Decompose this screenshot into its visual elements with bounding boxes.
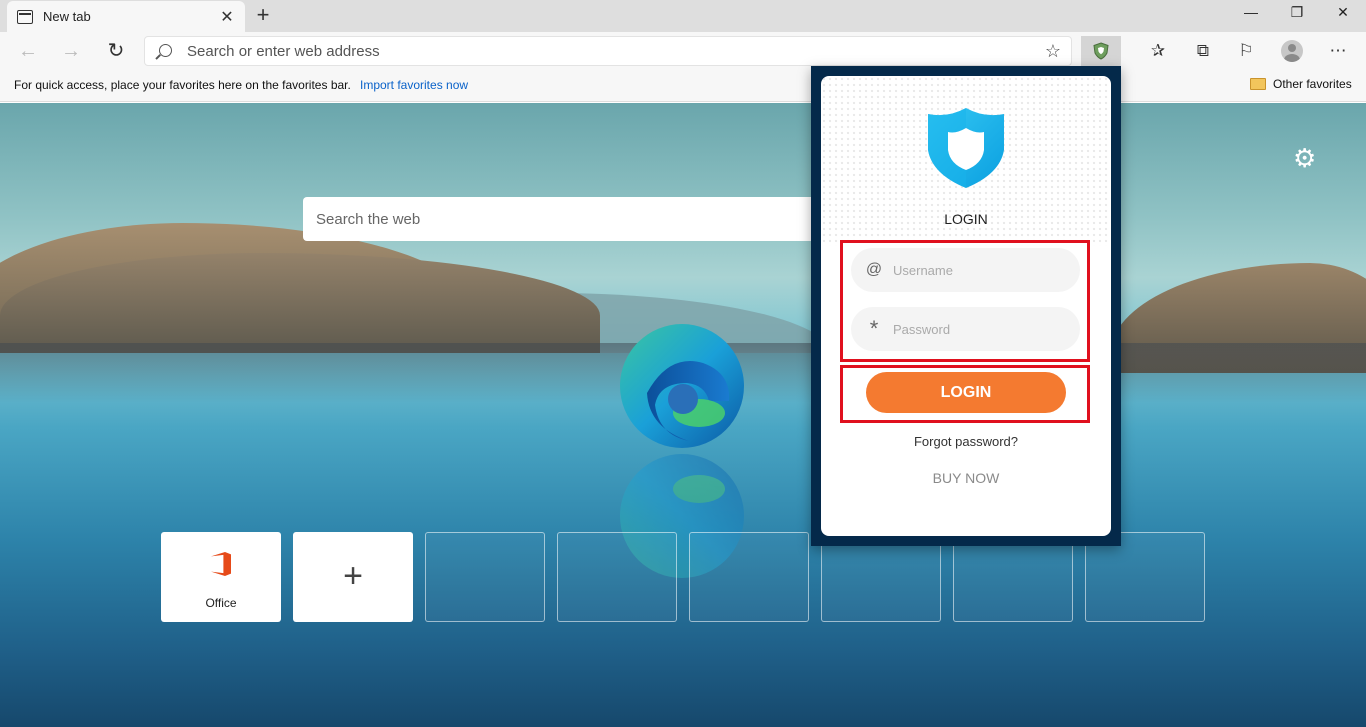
at-sign-icon: @ — [865, 261, 883, 278]
minimize-button[interactable]: — — [1228, 0, 1274, 24]
vpn-extension-button[interactable] — [1081, 36, 1121, 66]
vpn-login-card: LOGIN @ * LOGIN Forgot password? BUY NOW — [821, 76, 1111, 536]
quick-link-empty — [425, 532, 545, 622]
address-input[interactable] — [187, 37, 1027, 65]
more-icon[interactable]: ⋯ — [1325, 38, 1351, 64]
tab-new-tab[interactable]: New tab ✕ — [7, 1, 245, 32]
asterisk-icon: * — [869, 316, 879, 341]
import-favorites-link[interactable]: Import favorites now — [360, 78, 468, 92]
quick-link-office[interactable]: Office — [161, 532, 281, 622]
back-arrow-icon[interactable]: ← — [15, 38, 41, 64]
tab-strip: New tab ✕ + — ❐ ✕ — [0, 0, 1366, 32]
forward-arrow-icon[interactable]: → — [58, 38, 84, 64]
edge-logo-icon — [620, 324, 744, 448]
collections-icon[interactable]: ⧉ — [1190, 38, 1216, 64]
tab-title: New tab — [43, 9, 91, 24]
username-input[interactable] — [893, 262, 1063, 278]
refresh-icon[interactable]: ↻ — [103, 38, 129, 64]
forgot-password-link[interactable]: Forgot password? — [821, 434, 1111, 449]
avatar[interactable] — [1281, 40, 1303, 62]
add-quick-link-button[interactable]: + — [293, 532, 413, 622]
close-window-button[interactable]: ✕ — [1320, 0, 1366, 24]
password-input[interactable] — [893, 321, 1063, 337]
plus-icon: + — [343, 557, 363, 595]
office-icon — [211, 552, 231, 576]
login-title: LOGIN — [944, 211, 988, 227]
new-tab-button[interactable]: + — [252, 4, 274, 26]
maximize-button[interactable]: ❐ — [1274, 0, 1320, 24]
toolbar: ← → ↻ ☆ ✰ ⧉ ⚐ ⋯ — [0, 32, 1366, 70]
vpn-popup: LOGIN @ * LOGIN Forgot password? BUY NOW — [811, 66, 1121, 546]
quick-link-empty — [557, 532, 677, 622]
gear-icon[interactable]: ⚙ — [1293, 143, 1316, 174]
favorites-bar: For quick access, place your favorites h… — [0, 70, 1366, 102]
search-icon — [159, 44, 172, 57]
buy-now-link[interactable]: BUY NOW — [821, 470, 1111, 486]
other-favorites-button[interactable]: Other favorites — [1250, 77, 1352, 91]
folder-icon — [1250, 78, 1266, 90]
favorites-bar-message: For quick access, place your favorites h… — [14, 78, 351, 92]
quick-link-label: Office — [205, 596, 237, 610]
new-tab-favicon-icon — [17, 9, 33, 24]
quick-link-empty — [689, 532, 809, 622]
new-tab-page: ⚙ Office + — [0, 103, 1366, 727]
feedback-icon[interactable]: ⚐ — [1233, 38, 1259, 64]
shield-icon — [928, 108, 1004, 188]
shield-icon — [1093, 42, 1109, 60]
background-hill — [0, 253, 600, 353]
other-favorites-label: Other favorites — [1273, 77, 1352, 91]
tab-close-icon[interactable]: ✕ — [219, 7, 235, 27]
username-field[interactable]: @ — [851, 248, 1080, 292]
address-bar[interactable]: ☆ — [144, 36, 1072, 66]
web-search-input[interactable] — [303, 197, 823, 241]
password-field[interactable]: * — [851, 307, 1080, 351]
login-button[interactable]: LOGIN — [866, 372, 1066, 413]
favorites-list-icon[interactable]: ✰ — [1145, 38, 1171, 64]
star-icon[interactable]: ☆ — [1045, 41, 1061, 62]
